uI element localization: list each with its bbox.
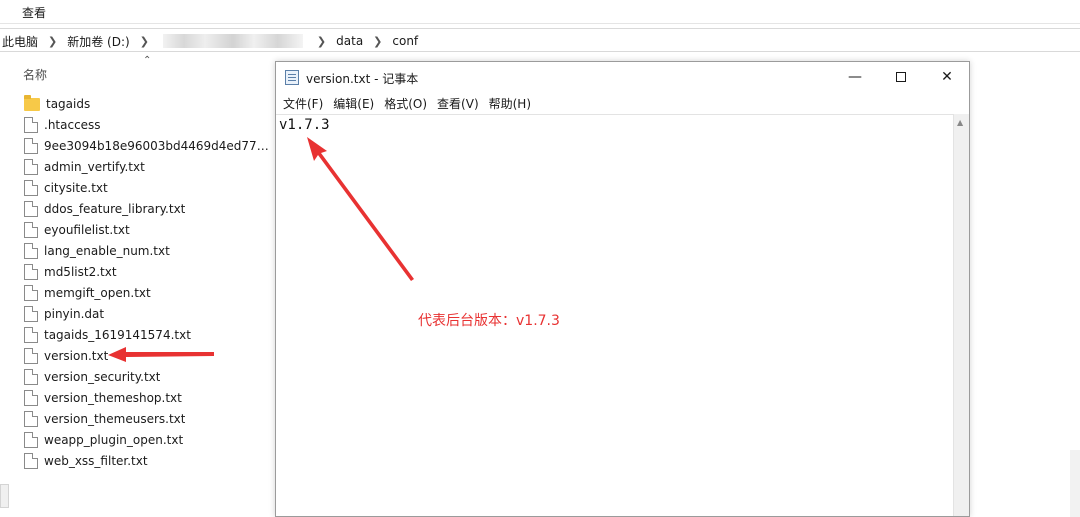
notepad-icon xyxy=(285,70,299,85)
notepad-titlebar[interactable]: version.txt - 记事本 — ✕ xyxy=(276,62,969,92)
notepad-scrollbar[interactable]: ▲ xyxy=(953,114,969,516)
file-icon xyxy=(24,347,38,364)
notepad-window: version.txt - 记事本 — ✕ 文件(F) 编辑(E) 格式(O) … xyxy=(275,61,970,517)
annotation-label: 代表后台版本：v1.7.3 xyxy=(418,313,560,329)
file-list: ⌃ 名称 tagaids .htaccess 9ee3094b18e96003bd4… xyxy=(0,53,276,517)
file-icon xyxy=(24,452,38,469)
breadcrumb-this-pc[interactable]: 此电脑 xyxy=(0,33,40,50)
file-icon xyxy=(24,221,38,238)
file-name: memgift_open.txt xyxy=(44,285,151,300)
folder-icon xyxy=(24,95,40,111)
file-name: md5list2.txt xyxy=(44,264,117,279)
chevron-right-icon[interactable]: ❯ xyxy=(40,35,65,48)
file-name: admin_vertify.txt xyxy=(44,159,145,174)
file-name: citysite.txt xyxy=(44,180,108,195)
menu-view[interactable]: 查看(V) xyxy=(434,95,486,112)
file-row[interactable]: .htaccess xyxy=(24,114,276,135)
file-name: version_themeshop.txt xyxy=(44,390,182,405)
file-row[interactable]: version_security.txt xyxy=(24,366,276,387)
breadcrumb-conf[interactable]: conf xyxy=(390,34,420,48)
file-row[interactable]: eyoufilelist.txt xyxy=(24,219,276,240)
file-name: version_security.txt xyxy=(44,369,161,384)
window-title: version.txt - 记事本 xyxy=(306,72,419,86)
file-row[interactable]: memgift_open.txt xyxy=(24,282,276,303)
maximize-button[interactable] xyxy=(878,62,924,92)
file-row[interactable]: tagaids_1619141574.txt xyxy=(24,324,276,345)
breadcrumb-data[interactable]: data xyxy=(334,34,365,48)
file-row[interactable]: tagaids xyxy=(24,93,276,114)
file-row[interactable]: citysite.txt xyxy=(24,177,276,198)
file-list-scrollbar[interactable] xyxy=(0,484,9,508)
file-row[interactable]: ddos_feature_library.txt xyxy=(24,198,276,219)
file-name: lang_enable_num.txt xyxy=(44,243,170,258)
file-row[interactable]: lang_enable_num.txt xyxy=(24,240,276,261)
file-row[interactable]: web_xss_filter.txt xyxy=(24,450,276,471)
background-window-edge xyxy=(1070,450,1080,517)
file-name: ddos_feature_library.txt xyxy=(44,201,186,216)
scroll-up-icon[interactable]: ▲ xyxy=(957,118,963,127)
file-name: web_xss_filter.txt xyxy=(44,453,148,468)
file-content: v1.7.3 xyxy=(279,117,330,133)
menu-format[interactable]: 格式(O) xyxy=(381,95,434,112)
file-icon xyxy=(24,158,38,175)
file-icon xyxy=(24,410,38,427)
file-icon xyxy=(24,284,38,301)
file-row[interactable]: md5list2.txt xyxy=(24,261,276,282)
chevron-right-icon[interactable]: ❯ xyxy=(132,35,157,48)
file-icon xyxy=(24,179,38,196)
file-row[interactable]: pinyin.dat xyxy=(24,303,276,324)
file-name: tagaids_1619141574.txt xyxy=(44,327,191,342)
file-icon xyxy=(24,431,38,448)
file-row[interactable]: admin_vertify.txt xyxy=(24,156,276,177)
file-icon xyxy=(24,389,38,406)
file-name: .htaccess xyxy=(44,117,101,132)
menu-edit[interactable]: 编辑(E) xyxy=(330,95,381,112)
file-row[interactable]: 9ee3094b18e96003bd4469d4ed7726... xyxy=(24,135,276,156)
file-name: 9ee3094b18e96003bd4469d4ed7726... xyxy=(44,138,276,153)
column-header-name[interactable]: 名称 xyxy=(23,66,47,83)
file-row[interactable]: version_themeusers.txt xyxy=(24,408,276,429)
file-row[interactable]: version.txt xyxy=(24,345,276,366)
close-button[interactable]: ✕ xyxy=(924,62,970,92)
sort-ascending-icon[interactable]: ⌃ xyxy=(143,55,151,66)
redacted-path-segment xyxy=(162,34,303,48)
chevron-right-icon[interactable]: ❯ xyxy=(365,35,390,48)
file-name: pinyin.dat xyxy=(44,306,105,321)
file-name: weapp_plugin_open.txt xyxy=(44,432,184,447)
breadcrumb: 此电脑 ❯ 新加卷 (D:) ❯ ❯ data ❯ conf xyxy=(0,33,420,49)
notepad-text-area[interactable]: v1.7.3 xyxy=(276,114,953,516)
file-icon xyxy=(24,326,38,343)
ribbon-tab-view[interactable]: 查看 xyxy=(22,4,46,21)
address-bar[interactable]: 此电脑 ❯ 新加卷 (D:) ❯ ❯ data ❯ conf xyxy=(0,28,1080,52)
file-row[interactable]: version_themeshop.txt xyxy=(24,387,276,408)
file-icon xyxy=(24,368,38,385)
minimize-button[interactable]: — xyxy=(832,62,878,92)
file-icon xyxy=(24,263,38,280)
menu-file[interactable]: 文件(F) xyxy=(280,95,330,112)
file-icon xyxy=(24,116,38,133)
file-name: tagaids xyxy=(46,96,91,111)
file-icon xyxy=(24,305,38,322)
file-rows: tagaids .htaccess 9ee3094b18e96003bd4469d4… xyxy=(24,93,276,471)
breadcrumb-drive[interactable]: 新加卷 (D:) xyxy=(65,33,131,50)
file-icon xyxy=(24,242,38,259)
menu-help[interactable]: 帮助(H) xyxy=(486,95,538,112)
file-icon xyxy=(24,200,38,217)
file-icon xyxy=(24,137,38,154)
file-name: eyoufilelist.txt xyxy=(44,222,130,237)
file-name: version.txt xyxy=(44,348,109,363)
chevron-right-icon[interactable]: ❯ xyxy=(309,35,334,48)
explorer-ribbon: 查看 xyxy=(0,0,1080,24)
maximize-icon xyxy=(896,72,906,82)
notepad-menubar: 文件(F) 编辑(E) 格式(O) 查看(V) 帮助(H) xyxy=(276,92,969,114)
file-name: version_themeusers.txt xyxy=(44,411,186,426)
file-row[interactable]: weapp_plugin_open.txt xyxy=(24,429,276,450)
